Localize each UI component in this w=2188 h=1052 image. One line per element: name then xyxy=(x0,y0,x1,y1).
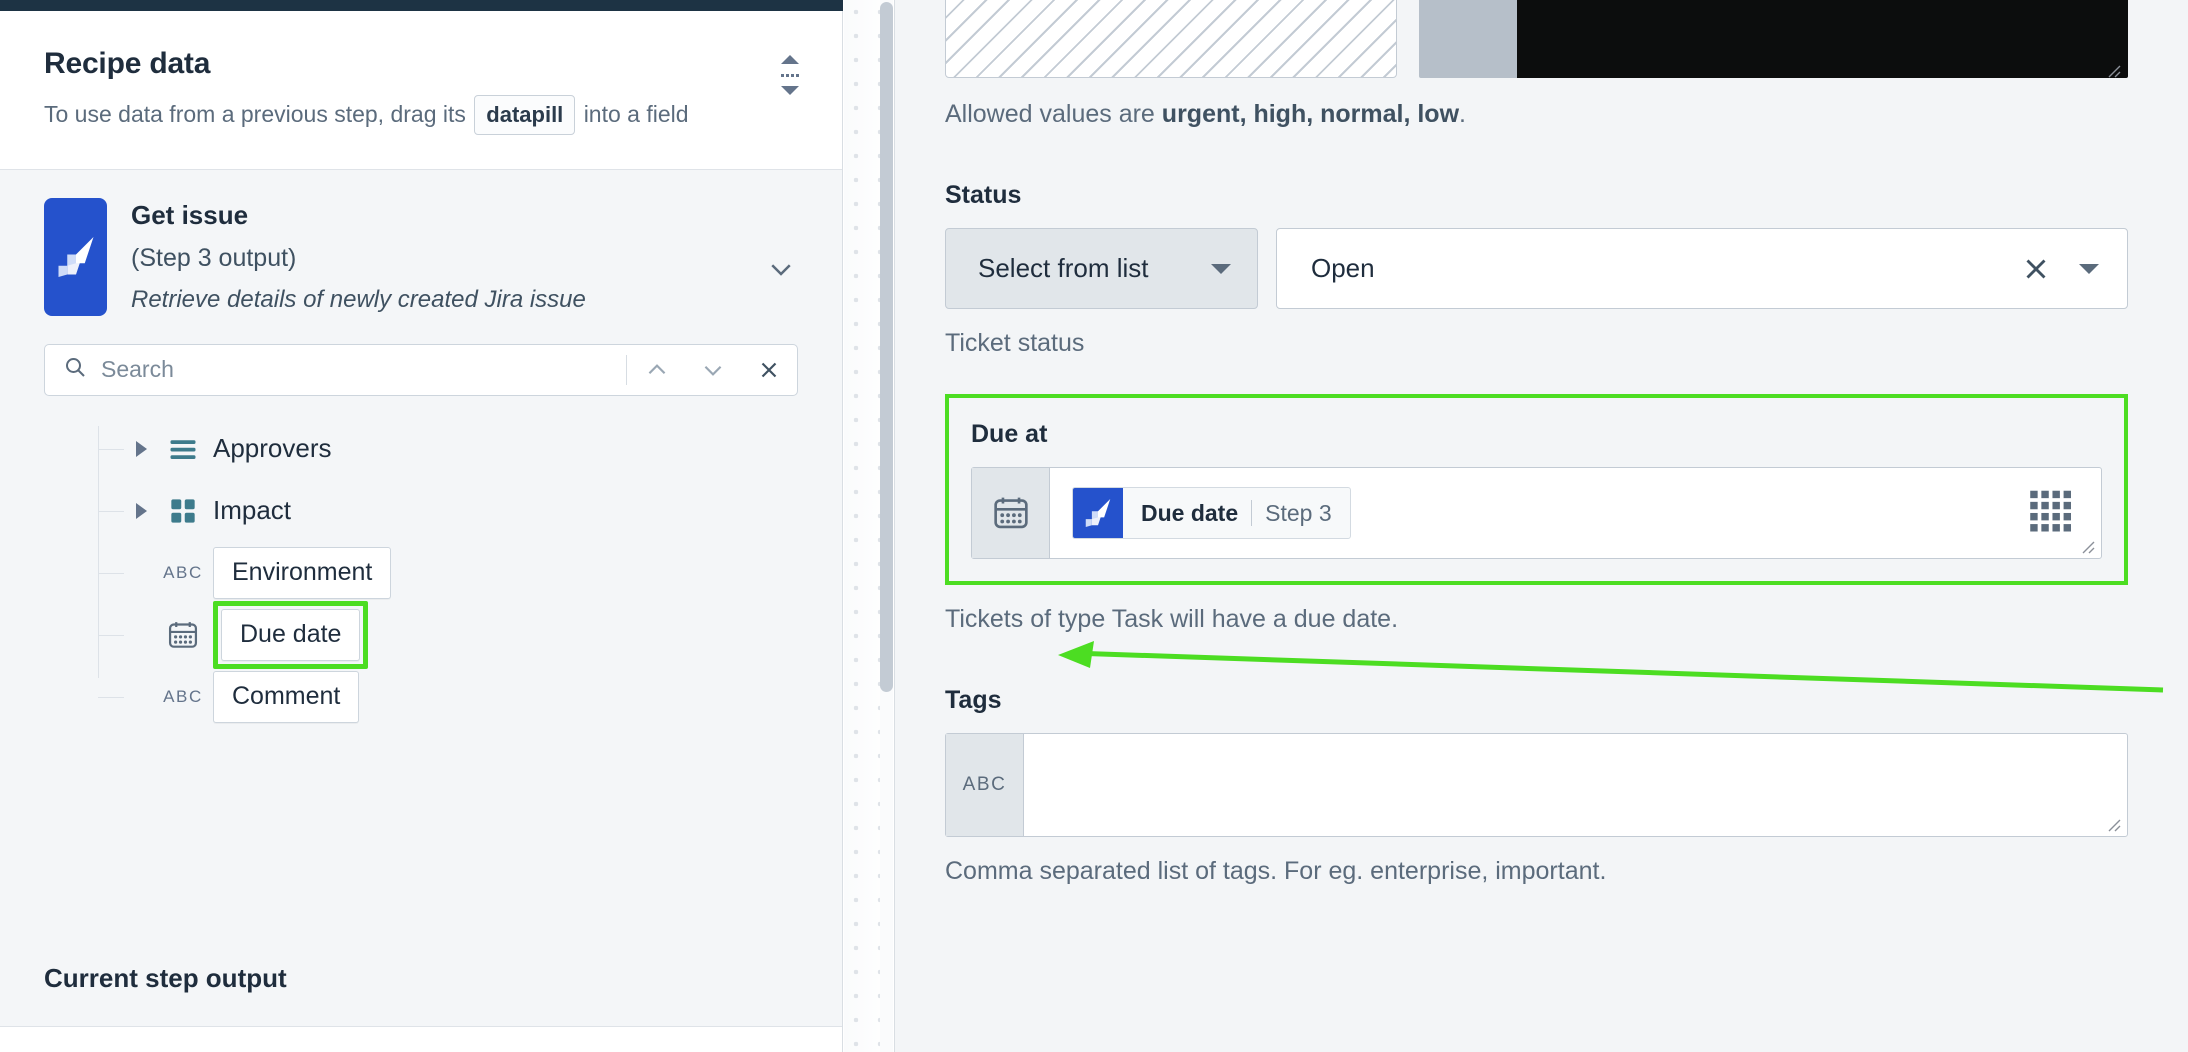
datapill-due-date[interactable]: Due date xyxy=(221,608,361,661)
page-title: Recipe data xyxy=(44,47,211,80)
tree-item-due-date[interactable]: Due date xyxy=(98,600,842,669)
recipe-data-header: Recipe data To use data from a previous … xyxy=(0,11,842,170)
datapill-comment[interactable]: Comment xyxy=(213,670,360,723)
tree-tick xyxy=(98,634,124,636)
app-root: Recipe data To use data from a previous … xyxy=(0,0,2188,1052)
due-at-input-field[interactable]: Due date Step 3 xyxy=(971,467,2102,559)
textarea-resize-handle[interactable] xyxy=(2077,536,2095,554)
step-config-panel: ? "high" : "low" Allowed values are urge… xyxy=(895,0,2188,1052)
description-text-before: To use data from a previous step, drag i… xyxy=(44,101,466,127)
close-icon[interactable] xyxy=(2019,252,2053,286)
step-output-label: (Step 3 output) xyxy=(131,243,297,272)
grid-squares-icon xyxy=(163,497,203,525)
tags-input-field[interactable]: ABC xyxy=(945,733,2128,837)
tree-item-environment[interactable]: ABC Environment xyxy=(98,542,842,604)
abc-icon: ABC xyxy=(163,563,203,583)
status-mode-select[interactable]: Select from list xyxy=(945,228,1258,309)
caret-down-icon xyxy=(1211,263,1231,274)
code-gutter xyxy=(1419,0,1517,78)
datapill-grid-icon[interactable] xyxy=(2029,490,2071,537)
list-icon xyxy=(163,434,203,464)
tree-item-approvers[interactable]: Approvers xyxy=(98,418,842,480)
due-at-field-help: Tickets of type Task will have a due dat… xyxy=(945,605,1399,633)
expand-triangle-icon[interactable] xyxy=(136,440,147,457)
due-date-highlight-box: Due date xyxy=(213,600,369,669)
status-value-field[interactable]: Open xyxy=(1276,228,2128,309)
calendar-icon xyxy=(163,619,203,651)
chevron-down-icon[interactable] xyxy=(766,254,796,284)
current-step-output-heading[interactable]: Current step output xyxy=(44,963,287,994)
jira-icon xyxy=(1073,488,1123,538)
caret-down-icon[interactable] xyxy=(2079,263,2099,274)
jira-icon xyxy=(44,197,107,316)
datapill-environment[interactable]: Environment xyxy=(213,546,392,599)
app-topbar xyxy=(0,0,843,11)
triangle-down-icon xyxy=(781,86,799,95)
vertical-resize-handle-icon[interactable] xyxy=(774,55,806,95)
step-name: Get issue xyxy=(131,199,249,230)
search-icon xyxy=(63,355,87,384)
chevron-down-icon[interactable] xyxy=(685,345,741,395)
datapill-keyword: datapill xyxy=(474,95,576,135)
status-value: Open xyxy=(1311,253,1375,283)
tree-item-impact[interactable]: Impact xyxy=(98,480,842,542)
abc-icon-label: ABC xyxy=(962,774,1007,795)
tags-value-area[interactable] xyxy=(1024,734,2127,836)
due-at-highlight-box: Due at Due date Step 3 xyxy=(945,394,2128,585)
code-text[interactable]: ? "high" : "low" xyxy=(1517,0,2128,78)
tree-item-comment[interactable]: ABC Comment xyxy=(98,666,842,728)
close-icon[interactable] xyxy=(741,345,797,395)
abc-icon-label: ABC xyxy=(163,686,203,706)
field-label-tags: Tags xyxy=(945,686,1002,714)
textarea-resize-handle[interactable] xyxy=(2103,814,2121,832)
datapill-separator xyxy=(1251,500,1253,526)
triangle-up-icon xyxy=(781,55,799,64)
datapill-name: Due date xyxy=(1141,499,1239,526)
abc-icon: ABC xyxy=(946,734,1024,836)
chevron-up-icon[interactable] xyxy=(629,345,685,395)
formula-editor-row: ? "high" : "low" xyxy=(945,0,2128,78)
description-text-after: into a field xyxy=(583,101,689,127)
abc-icon: ABC xyxy=(163,687,203,707)
help-text-before: Allowed values are xyxy=(945,100,1162,128)
tree-tick xyxy=(98,696,124,698)
tree-tick xyxy=(98,448,124,450)
status-field-help: Ticket status xyxy=(945,329,1085,357)
recipe-data-description: To use data from a previous step, drag i… xyxy=(44,95,764,135)
step-output-block: Get issue (Step 3 output) Retrieve detai… xyxy=(0,170,842,316)
help-text-after: . xyxy=(1459,100,1466,128)
tree-item-label: Impact xyxy=(213,495,292,526)
formula-code-editor[interactable]: ? "high" : "low" xyxy=(1419,0,2128,78)
calendar-icon xyxy=(972,468,1050,558)
search-divider xyxy=(626,354,627,385)
priority-field-help: Allowed values are urgent, high, normal,… xyxy=(945,100,2128,129)
due-at-value-area[interactable]: Due date Step 3 xyxy=(1050,468,2101,558)
search-box[interactable] xyxy=(44,343,798,396)
expand-triangle-icon[interactable] xyxy=(136,502,147,519)
abc-icon-label: ABC xyxy=(163,562,203,582)
datapill-step: Step 3 xyxy=(1265,499,1332,526)
tags-field-help: Comma separated list of tags. For eg. en… xyxy=(945,857,1607,885)
textarea-resize-handle[interactable] xyxy=(2103,55,2121,78)
field-label-status: Status xyxy=(945,181,1022,209)
tree-tick xyxy=(98,572,124,574)
tree-item-label: Approvers xyxy=(213,433,332,464)
recipe-data-panel: Recipe data To use data from a previous … xyxy=(0,11,843,1052)
panel-bottom-edge xyxy=(0,1026,842,1052)
handle-dots-icon xyxy=(781,73,799,77)
drop-target-placeholder[interactable] xyxy=(945,0,1397,78)
panel-scrollbar-thumb[interactable] xyxy=(880,2,893,692)
datapill-due-date-chip[interactable]: Due date Step 3 xyxy=(1072,487,1351,539)
field-label-due-at: Due at xyxy=(971,420,1048,448)
tree-tick xyxy=(98,510,124,512)
field-row-status: Select from list Open xyxy=(945,228,2128,309)
search-area xyxy=(0,316,842,396)
status-mode-label: Select from list xyxy=(978,253,1149,283)
help-allowed-values: urgent, high, normal, low xyxy=(1161,100,1460,128)
search-input[interactable] xyxy=(101,356,624,384)
step-description: Retrieve details of newly created Jira i… xyxy=(131,285,586,313)
datapill-tree: Approvers Impact ABC Environment Due dat… xyxy=(0,396,842,728)
